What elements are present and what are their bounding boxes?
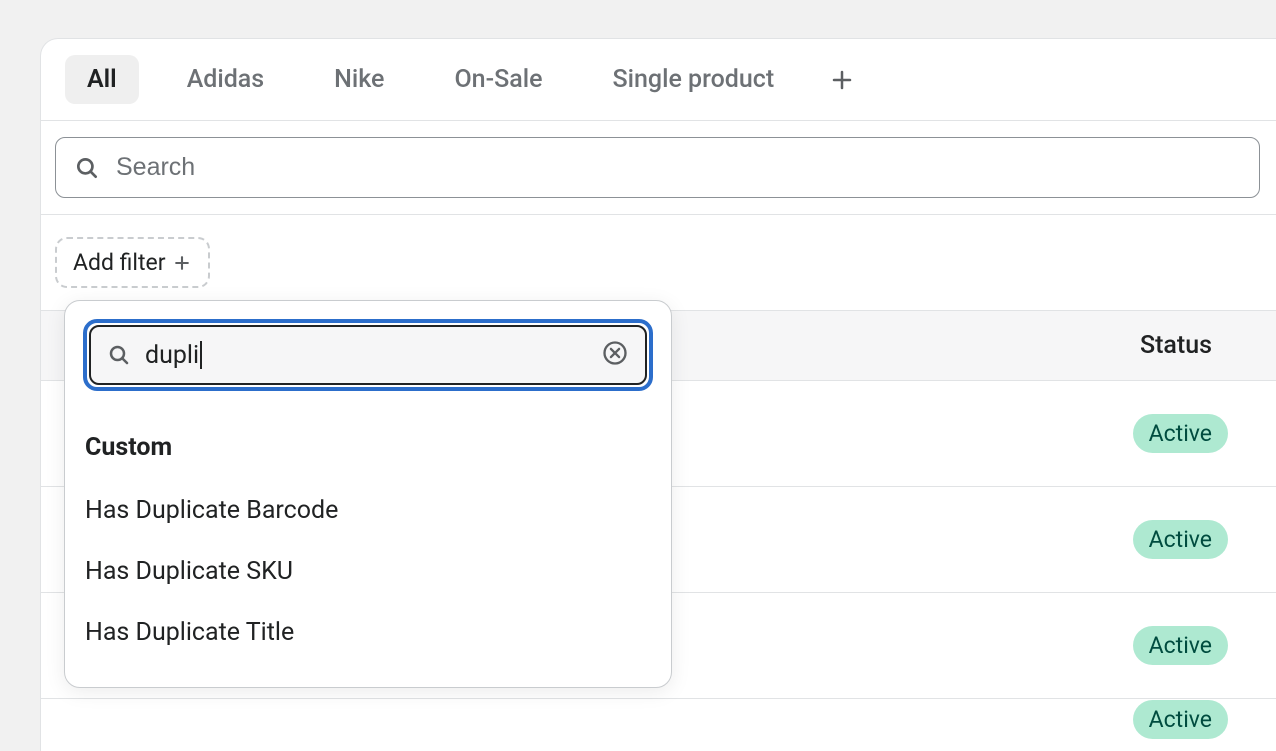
text-caret — [200, 341, 202, 369]
clear-icon — [601, 339, 629, 367]
tab-nike[interactable]: Nike — [312, 55, 406, 104]
add-tab-button[interactable] — [822, 60, 862, 100]
status-badge: Active — [1133, 700, 1228, 739]
filter-search-value: dupli — [145, 341, 199, 370]
plus-icon — [830, 68, 854, 92]
add-filter-label: Add filter — [73, 249, 166, 276]
filter-option-has-duplicate-barcode[interactable]: Has Duplicate Barcode — [65, 480, 671, 541]
filter-popover: dupli Custom Has Duplicate Barcode Has D… — [64, 300, 672, 688]
search-row — [41, 121, 1276, 215]
status-badge: Active — [1133, 520, 1228, 559]
tabs-row: All Adidas Nike On-Sale Single product — [41, 39, 1276, 121]
search-box[interactable] — [55, 137, 1260, 198]
tab-on-sale[interactable]: On-Sale — [432, 55, 564, 104]
filter-option-has-duplicate-title[interactable]: Has Duplicate Title — [65, 602, 671, 663]
table-row[interactable]: Active — [41, 699, 1276, 739]
tab-all[interactable]: All — [65, 55, 139, 104]
filter-row: Add filter — [41, 215, 1276, 310]
filter-search-input[interactable]: dupli — [145, 341, 587, 370]
filter-search-box[interactable]: dupli — [89, 325, 647, 385]
tab-adidas[interactable]: Adidas — [165, 55, 286, 104]
add-filter-button[interactable]: Add filter — [55, 237, 210, 288]
status-badge: Active — [1133, 626, 1228, 665]
filter-search-focus-ring: dupli — [83, 319, 653, 391]
filter-option-has-duplicate-sku[interactable]: Has Duplicate SKU — [65, 541, 671, 602]
filter-group-title: Custom — [65, 421, 671, 480]
plus-icon — [172, 253, 192, 273]
clear-search-button[interactable] — [601, 339, 629, 371]
status-badge: Active — [1133, 414, 1228, 453]
search-icon — [74, 155, 100, 181]
tab-single-product[interactable]: Single product — [590, 55, 796, 104]
search-icon — [107, 343, 131, 367]
column-header-status[interactable]: Status — [1140, 331, 1212, 360]
search-input[interactable] — [114, 152, 1241, 183]
